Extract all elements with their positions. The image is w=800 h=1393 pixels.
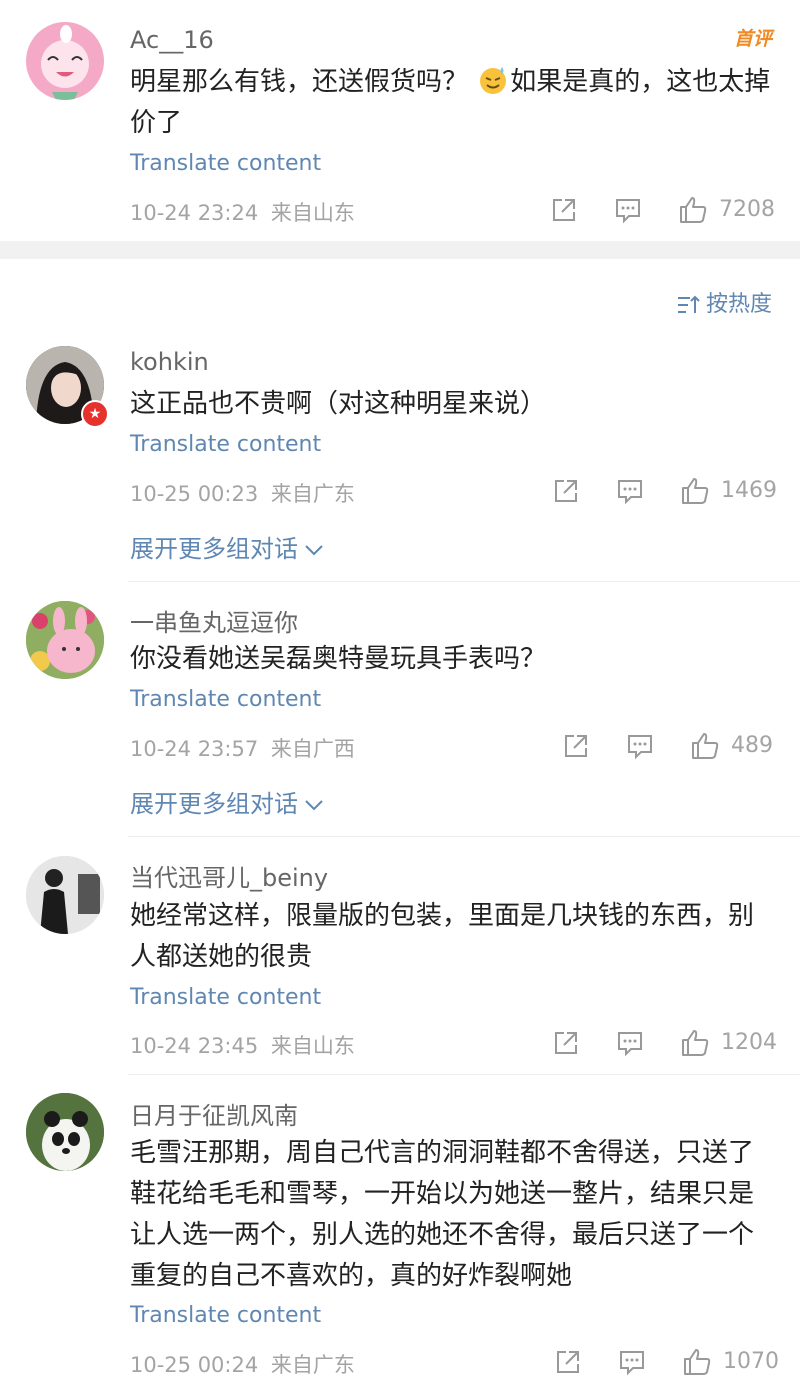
avatar[interactable] <box>26 1093 104 1171</box>
share-icon[interactable] <box>549 195 579 225</box>
sort-by-hot-button[interactable]: 按热度 <box>676 286 772 318</box>
comment-icon[interactable] <box>617 1347 647 1377</box>
like-count: 1204 <box>721 1030 777 1055</box>
comment-icon[interactable] <box>613 195 643 225</box>
like-count: 489 <box>731 733 773 758</box>
sort-icon <box>676 292 706 317</box>
username[interactable]: 一串鱼丸逗逗你 <box>130 603 298 638</box>
first-comment-badge: 首评 <box>733 28 772 50</box>
comment-text: 毛雪汪那期，周自己代言的洞洞鞋都不舍得送，只送了鞋花给毛毛和雪琴，一开始以为她送… <box>130 1138 755 1291</box>
like-count: 7208 <box>719 197 775 222</box>
comment-icon[interactable] <box>625 731 655 761</box>
comment-text-part: 明星那么有钱，还送假货吗？ <box>130 67 477 97</box>
avatar[interactable] <box>26 601 104 679</box>
comment-text: 明星那么有钱，还送假货吗？ 如果是真的，这也太掉价了 <box>130 62 775 144</box>
sort-label: 按热度 <box>705 292 772 317</box>
chevron-down-icon <box>298 535 324 563</box>
avatar[interactable] <box>26 22 104 100</box>
expand-label: 展开更多组对话 <box>130 790 298 818</box>
comment-time: 10-25 00:23 <box>130 482 259 506</box>
share-icon[interactable] <box>553 1347 583 1377</box>
comment-text: 这正品也不贵啊（对这种明星来说） <box>130 389 547 419</box>
avatar[interactable] <box>26 856 104 934</box>
comment-location: 来自广西 <box>270 737 355 761</box>
smile-sweat-emoji <box>478 65 508 95</box>
thumbs-up-icon[interactable] <box>680 1028 710 1058</box>
comment-text: 你没看她送吴磊奥特曼玩具手表吗？ <box>130 644 547 674</box>
username[interactable]: Ac__16 <box>130 26 214 54</box>
like-count: 1070 <box>723 1349 779 1374</box>
comment-location: 来自山东 <box>270 1034 355 1058</box>
translate-link[interactable]: Translate content <box>130 151 321 176</box>
comment-time: 10-25 00:24 <box>130 1353 259 1377</box>
expand-conversation-link[interactable]: 展开更多组对话 <box>130 784 324 819</box>
divider <box>128 1074 800 1075</box>
comment-location: 来自广东 <box>270 1353 355 1377</box>
comment-time: 10-24 23:57 <box>130 737 259 761</box>
divider <box>128 581 800 582</box>
expand-conversation-link[interactable]: 展开更多组对话 <box>130 529 324 564</box>
username[interactable]: kohkin <box>130 348 209 376</box>
translate-link[interactable]: Translate content <box>130 687 321 712</box>
comment-meta: 10-24 23:45 来自山东 <box>130 1030 355 1060</box>
comment-meta: 10-25 00:23 来自广东 <box>130 478 355 508</box>
thumbs-up-icon[interactable] <box>678 195 708 225</box>
comment-time: 10-24 23:45 <box>130 1034 259 1058</box>
translate-link[interactable]: Translate content <box>130 1303 321 1328</box>
chevron-down-icon <box>298 790 324 818</box>
comment-meta: 10-24 23:24 来自山东 <box>130 197 355 227</box>
comment-location: 来自山东 <box>270 201 355 225</box>
share-icon[interactable] <box>551 1028 581 1058</box>
share-icon[interactable] <box>551 476 581 506</box>
translate-link[interactable]: Translate content <box>130 985 321 1010</box>
share-icon[interactable] <box>561 731 591 761</box>
comment-icon[interactable] <box>615 1028 645 1058</box>
comment-meta: 10-25 00:24 来自广东 <box>130 1349 355 1379</box>
thumbs-up-icon[interactable] <box>682 1347 712 1377</box>
thumbs-up-icon[interactable] <box>690 731 720 761</box>
comment-icon[interactable] <box>615 476 645 506</box>
verified-badge: ★ <box>81 400 109 428</box>
comment-location: 来自广东 <box>270 482 355 506</box>
section-separator <box>0 241 800 259</box>
divider <box>128 836 800 837</box>
comment-time: 10-24 23:24 <box>130 201 259 225</box>
comment-meta: 10-24 23:57 来自广西 <box>130 733 355 763</box>
username[interactable]: 当代迅哥儿_beiny <box>130 858 328 893</box>
username[interactable]: 日月于征凯风南 <box>130 1096 298 1131</box>
expand-label: 展开更多组对话 <box>130 535 298 563</box>
thumbs-up-icon[interactable] <box>680 476 710 506</box>
like-count: 1469 <box>721 478 777 503</box>
comment-text: 她经常这样，限量版的包装，里面是几块钱的东西，别人都送她的很贵 <box>130 901 755 972</box>
translate-link[interactable]: Translate content <box>130 432 321 457</box>
